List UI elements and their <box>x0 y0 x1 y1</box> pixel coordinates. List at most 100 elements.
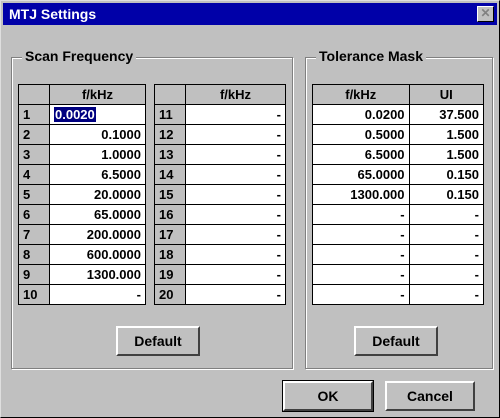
row-number: 2 <box>18 124 50 145</box>
frequency-cell[interactable]: - <box>185 104 286 125</box>
row-number: 10 <box>18 284 50 305</box>
row-number: 12 <box>154 124 186 145</box>
ui-cell[interactable]: - <box>408 264 485 285</box>
ui-cell[interactable]: - <box>408 284 485 305</box>
table-row: 11- <box>154 104 286 125</box>
table-row: -- <box>312 204 485 225</box>
frequency-cell[interactable]: 200.0000 <box>49 224 146 245</box>
scan-frequency-group: Scan Frequency f/kHz 1 0.0020 2 0.1000 3 1.000… <box>11 48 293 369</box>
tolerance-mask-title: Tolerance Mask <box>316 48 427 64</box>
frequency-cell[interactable]: 1300.000 <box>49 264 146 285</box>
scan-frequency-table-right: f/kHz 11-12-13-14-15-16-17-18-19-20- <box>154 84 286 305</box>
tolerance-mask-default-button[interactable]: Default <box>354 326 438 356</box>
frequency-cell[interactable]: 6.5000 <box>312 144 410 165</box>
frequency-cell[interactable]: - <box>185 244 286 265</box>
selected-frequency-value: 0.0020 <box>54 107 96 122</box>
table-row: -- <box>312 224 485 245</box>
ok-button[interactable]: OK <box>282 380 374 412</box>
row-number: 9 <box>18 264 50 285</box>
row-number: 6 <box>18 204 50 225</box>
row-number: 1 <box>18 104 50 125</box>
frequency-cell[interactable]: - <box>185 224 286 245</box>
table-header-row: f/kHz UI <box>312 84 485 105</box>
frequency-cell[interactable]: - <box>185 144 286 165</box>
table-row: 4 6.5000 <box>18 164 146 185</box>
table-row: -- <box>312 244 485 265</box>
frequency-cell[interactable]: 600.0000 <box>49 244 146 265</box>
row-number: 14 <box>154 164 186 185</box>
table-row: 8 600.0000 <box>18 244 146 265</box>
ui-cell[interactable]: 0.150 <box>408 184 485 205</box>
ui-column-header: UI <box>408 84 485 105</box>
row-number: 17 <box>154 224 186 245</box>
ui-cell[interactable]: 1.500 <box>408 124 485 145</box>
row-number: 19 <box>154 264 186 285</box>
frequency-cell[interactable]: 0.0020 <box>49 104 146 125</box>
frequency-cell[interactable]: - <box>312 284 410 305</box>
frequency-cell[interactable]: - <box>185 184 286 205</box>
ui-cell[interactable]: 0.150 <box>408 164 485 185</box>
tolerance-mask-group: Tolerance Mask f/kHz UI 0.0200 37.500 0.5000… <box>305 48 493 369</box>
frequency-cell[interactable]: - <box>312 244 410 265</box>
row-number: 15 <box>154 184 186 205</box>
table-row: 65.0000 0.150 <box>312 164 485 185</box>
table-row: 3 1.0000 <box>18 144 146 165</box>
title-bar[interactable]: MTJ Settings ✕ <box>3 3 497 25</box>
row-number: 11 <box>154 104 186 125</box>
frequency-cell[interactable]: 1.0000 <box>49 144 146 165</box>
frequency-cell[interactable]: - <box>312 264 410 285</box>
row-number-header <box>154 84 186 105</box>
frequency-cell[interactable]: 6.5000 <box>49 164 146 185</box>
frequency-cell[interactable]: - <box>185 164 286 185</box>
ui-cell[interactable]: 37.500 <box>408 104 485 125</box>
ui-cell[interactable]: - <box>408 244 485 265</box>
frequency-cell[interactable]: - <box>185 124 286 145</box>
frequency-cell[interactable]: - <box>312 224 410 245</box>
table-row: 12- <box>154 124 286 145</box>
frequency-cell[interactable]: - <box>312 204 410 225</box>
frequency-cell[interactable]: 65.0000 <box>49 204 146 225</box>
tolerance-mask-table: f/kHz UI 0.0200 37.500 0.5000 1.500 6.5000 1.50… <box>312 84 485 305</box>
close-icon[interactable]: ✕ <box>477 6 494 22</box>
frequency-cell[interactable]: 0.0200 <box>312 104 410 125</box>
frequency-cell[interactable]: 0.5000 <box>312 124 410 145</box>
frequency-cell[interactable]: - <box>49 284 146 305</box>
scan-frequency-table-left: f/kHz 1 0.0020 2 0.1000 3 1.0000 4 6.5000 5 20.000… <box>18 84 146 305</box>
frequency-column-header: f/kHz <box>49 84 146 105</box>
table-row: 20- <box>154 284 286 305</box>
row-number: 20 <box>154 284 186 305</box>
table-row: 1300.000 0.150 <box>312 184 485 205</box>
ui-cell[interactable]: - <box>408 224 485 245</box>
frequency-cell[interactable]: 0.1000 <box>49 124 146 145</box>
scan-frequency-title: Scan Frequency <box>22 48 137 64</box>
frequency-column-header: f/kHz <box>185 84 286 105</box>
table-row: 10- <box>18 284 146 305</box>
table-row: 16- <box>154 204 286 225</box>
frequency-cell[interactable]: 20.0000 <box>49 184 146 205</box>
frequency-cell[interactable]: - <box>185 204 286 225</box>
table-row: 17- <box>154 224 286 245</box>
table-row: 19- <box>154 264 286 285</box>
table-row: 0.0200 37.500 <box>312 104 485 125</box>
frequency-cell[interactable]: - <box>185 264 286 285</box>
frequency-cell[interactable]: 1300.000 <box>312 184 410 205</box>
row-number: 7 <box>18 224 50 245</box>
cancel-button[interactable]: Cancel <box>385 381 475 411</box>
ui-cell[interactable]: 1.500 <box>408 144 485 165</box>
row-number: 13 <box>154 144 186 165</box>
scan-frequency-default-button[interactable]: Default <box>116 326 200 356</box>
mtj-settings-dialog: MTJ Settings ✕ Scan Frequency f/kHz 1 0.00… <box>0 0 500 418</box>
table-header-row: f/kHz <box>154 84 286 105</box>
table-row: 6 65.0000 <box>18 204 146 225</box>
table-header-row: f/kHz <box>18 84 146 105</box>
table-row: 5 20.0000 <box>18 184 146 205</box>
row-number: 4 <box>18 164 50 185</box>
row-number: 18 <box>154 244 186 265</box>
frequency-cell[interactable]: - <box>185 284 286 305</box>
frequency-cell[interactable]: 65.0000 <box>312 164 410 185</box>
ui-cell[interactable]: - <box>408 204 485 225</box>
table-row: 0.5000 1.500 <box>312 124 485 145</box>
table-row: 13- <box>154 144 286 165</box>
table-row: 6.5000 1.500 <box>312 144 485 165</box>
row-number: 3 <box>18 144 50 165</box>
